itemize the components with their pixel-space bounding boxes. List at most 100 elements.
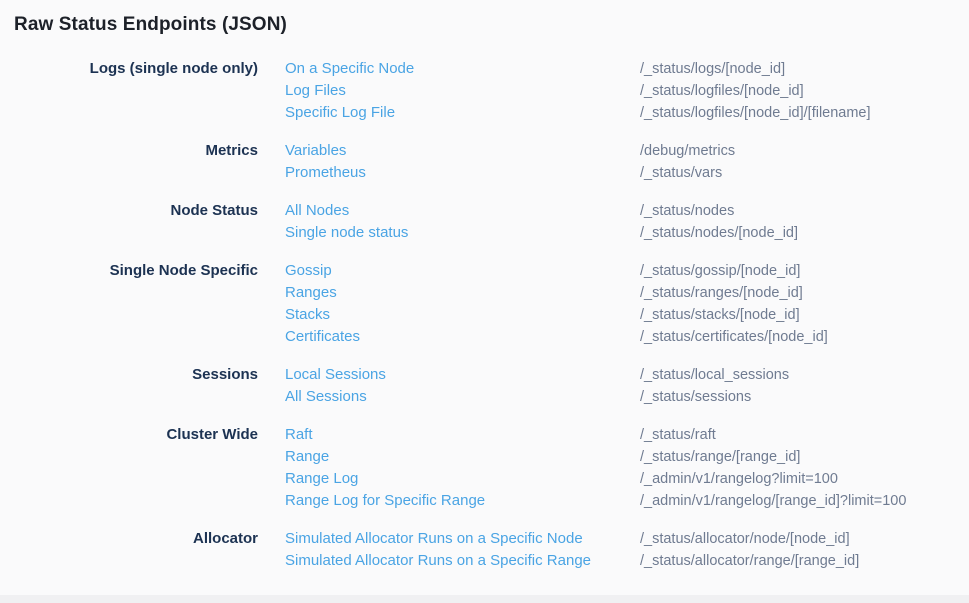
endpoint-row: Specific Log File /_status/logfiles/[nod… xyxy=(285,102,969,124)
endpoint-section: Sessions Local Sessions /_status/local_s… xyxy=(0,364,969,408)
endpoint-link[interactable]: Prometheus xyxy=(285,164,366,181)
endpoint-path: /_status/gossip/[node_id] xyxy=(640,260,800,282)
endpoint-link[interactable]: Ranges xyxy=(285,284,337,301)
endpoint-path: /_status/ranges/[node_id] xyxy=(640,282,803,304)
raw-status-endpoints-page: Raw Status Endpoints (JSON) Logs (single… xyxy=(0,13,969,603)
endpoint-path: /_status/logs/[node_id] xyxy=(640,58,785,80)
endpoint-link-cell: Stacks xyxy=(285,304,640,326)
entry-list: Local Sessions /_status/local_sessions A… xyxy=(285,364,969,408)
entry-list: Variables /debug/metrics Prometheus /_st… xyxy=(285,140,969,184)
endpoint-section: Allocator Simulated Allocator Runs on a … xyxy=(0,528,969,572)
category-label: Node Status xyxy=(0,200,258,222)
category-label: Cluster Wide xyxy=(0,424,258,446)
entry-list: Gossip /_status/gossip/[node_id] Ranges … xyxy=(285,260,969,348)
endpoint-link[interactable]: Specific Log File xyxy=(285,104,395,121)
endpoint-section: Cluster Wide Raft /_status/raft Range /_… xyxy=(0,424,969,512)
endpoint-link-cell: Specific Log File xyxy=(285,102,640,124)
endpoint-link[interactable]: Gossip xyxy=(285,262,332,279)
endpoint-row: All Nodes /_status/nodes xyxy=(285,200,969,222)
endpoint-path: /debug/metrics xyxy=(640,140,735,162)
endpoint-row: Variables /debug/metrics xyxy=(285,140,969,162)
endpoint-link[interactable]: Simulated Allocator Runs on a Specific R… xyxy=(285,552,591,569)
endpoint-link[interactable]: Local Sessions xyxy=(285,366,386,383)
endpoint-link-cell: Ranges xyxy=(285,282,640,304)
category-label: Sessions xyxy=(0,364,258,386)
endpoint-path: /_status/sessions xyxy=(640,386,751,408)
endpoint-row: Single node status /_status/nodes/[node_… xyxy=(285,222,969,244)
endpoint-path: /_status/range/[range_id] xyxy=(640,446,800,468)
endpoint-link-cell: Single node status xyxy=(285,222,640,244)
endpoint-path: /_status/allocator/node/[node_id] xyxy=(640,528,850,550)
category-label: Allocator xyxy=(0,528,258,550)
endpoint-link[interactable]: Raft xyxy=(285,426,313,443)
endpoint-link-cell: Range Log xyxy=(285,468,640,490)
endpoint-section: Logs (single node only) On a Specific No… xyxy=(0,58,969,124)
endpoint-link-cell: Log Files xyxy=(285,80,640,102)
endpoint-row: All Sessions /_status/sessions xyxy=(285,386,969,408)
endpoint-link-cell: Prometheus xyxy=(285,162,640,184)
endpoint-row: Log Files /_status/logfiles/[node_id] xyxy=(285,80,969,102)
endpoint-path: /_admin/v1/rangelog/[range_id]?limit=100 xyxy=(640,490,906,512)
page-title: Raw Status Endpoints (JSON) xyxy=(14,13,969,37)
endpoint-link-cell: Gossip xyxy=(285,260,640,282)
endpoint-row: Gossip /_status/gossip/[node_id] xyxy=(285,260,969,282)
endpoint-path: /_status/logfiles/[node_id]/[filename] xyxy=(640,102,871,124)
category-label: Metrics xyxy=(0,140,258,162)
entry-list: Simulated Allocator Runs on a Specific N… xyxy=(285,528,969,572)
endpoint-link[interactable]: Variables xyxy=(285,142,346,159)
category-label: Single Node Specific xyxy=(0,260,258,282)
endpoint-link-cell: Certificates xyxy=(285,326,640,348)
endpoint-row: Stacks /_status/stacks/[node_id] xyxy=(285,304,969,326)
endpoint-path: /_status/nodes xyxy=(640,200,734,222)
endpoint-link-cell: Simulated Allocator Runs on a Specific R… xyxy=(285,550,640,572)
endpoint-row: Certificates /_status/certificates/[node… xyxy=(285,326,969,348)
endpoint-section: Metrics Variables /debug/metrics Prometh… xyxy=(0,140,969,184)
entry-list: All Nodes /_status/nodes Single node sta… xyxy=(285,200,969,244)
endpoint-row: Ranges /_status/ranges/[node_id] xyxy=(285,282,969,304)
endpoint-link-cell: All Nodes xyxy=(285,200,640,222)
endpoint-link[interactable]: Log Files xyxy=(285,82,346,99)
endpoint-link[interactable]: Range xyxy=(285,448,329,465)
endpoint-row: Simulated Allocator Runs on a Specific R… xyxy=(285,550,969,572)
endpoint-link-cell: Range Log for Specific Range xyxy=(285,490,640,512)
endpoint-link-cell: All Sessions xyxy=(285,386,640,408)
endpoint-link-cell: Variables xyxy=(285,140,640,162)
endpoint-link[interactable]: Range Log for Specific Range xyxy=(285,492,485,509)
endpoint-sections: Logs (single node only) On a Specific No… xyxy=(0,58,969,572)
category-label: Logs (single node only) xyxy=(0,58,258,80)
endpoint-row: Prometheus /_status/vars xyxy=(285,162,969,184)
endpoint-row: Range /_status/range/[range_id] xyxy=(285,446,969,468)
endpoint-link[interactable]: Stacks xyxy=(285,306,330,323)
endpoint-link[interactable]: All Nodes xyxy=(285,202,349,219)
endpoint-link[interactable]: Simulated Allocator Runs on a Specific N… xyxy=(285,530,583,547)
endpoint-link[interactable]: All Sessions xyxy=(285,388,367,405)
endpoint-link-cell: Simulated Allocator Runs on a Specific N… xyxy=(285,528,640,550)
endpoint-row: Range Log for Specific Range /_admin/v1/… xyxy=(285,490,969,512)
endpoint-path: /_status/allocator/range/[range_id] xyxy=(640,550,859,572)
endpoint-link[interactable]: On a Specific Node xyxy=(285,60,414,77)
endpoint-row: Local Sessions /_status/local_sessions xyxy=(285,364,969,386)
endpoint-section: Single Node Specific Gossip /_status/gos… xyxy=(0,260,969,348)
endpoint-link[interactable]: Single node status xyxy=(285,224,408,241)
endpoint-path: /_admin/v1/rangelog?limit=100 xyxy=(640,468,838,490)
endpoint-section: Node Status All Nodes /_status/nodes Sin… xyxy=(0,200,969,244)
endpoint-path: /_status/local_sessions xyxy=(640,364,789,386)
endpoint-link-cell: On a Specific Node xyxy=(285,58,640,80)
endpoint-row: Range Log /_admin/v1/rangelog?limit=100 xyxy=(285,468,969,490)
endpoint-row: On a Specific Node /_status/logs/[node_i… xyxy=(285,58,969,80)
endpoint-link[interactable]: Range Log xyxy=(285,470,358,487)
endpoint-link[interactable]: Certificates xyxy=(285,328,360,345)
entry-list: On a Specific Node /_status/logs/[node_i… xyxy=(285,58,969,124)
endpoint-link-cell: Raft xyxy=(285,424,640,446)
endpoint-row: Simulated Allocator Runs on a Specific N… xyxy=(285,528,969,550)
endpoint-path: /_status/raft xyxy=(640,424,716,446)
endpoint-path: /_status/logfiles/[node_id] xyxy=(640,80,804,102)
endpoint-path: /_status/nodes/[node_id] xyxy=(640,222,798,244)
endpoint-path: /_status/certificates/[node_id] xyxy=(640,326,828,348)
endpoint-path: /_status/stacks/[node_id] xyxy=(640,304,800,326)
endpoint-link-cell: Range xyxy=(285,446,640,468)
footer-strip xyxy=(0,595,969,603)
entry-list: Raft /_status/raft Range /_status/range/… xyxy=(285,424,969,512)
endpoint-path: /_status/vars xyxy=(640,162,722,184)
endpoint-row: Raft /_status/raft xyxy=(285,424,969,446)
